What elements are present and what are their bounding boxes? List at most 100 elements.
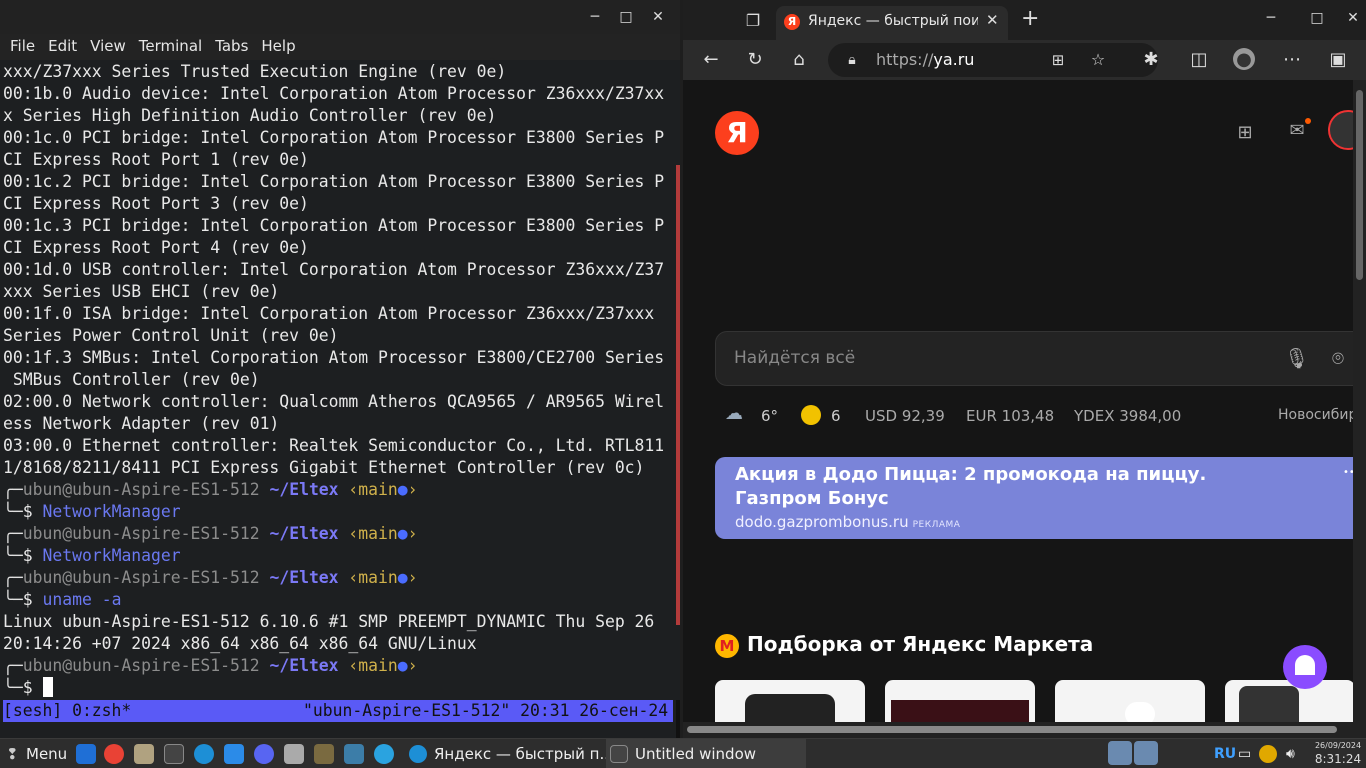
terminal-window[interactable]: ─ □ ✕ File Edit View Terminal Tabs Help …	[0, 0, 680, 738]
services-grid-icon[interactable]: ⊞	[1233, 121, 1257, 145]
extensions-icon[interactable]: ✱	[1139, 48, 1163, 72]
minimize-icon[interactable]: ─	[584, 6, 606, 28]
horizontal-scrollbar[interactable]	[683, 722, 1366, 738]
prompt-line: ╭─ubun@ubun-Aspire-ES1-512 ~/Eltex ‹main…	[3, 524, 418, 543]
edge-icon[interactable]	[194, 744, 214, 764]
terminal-titlebar[interactable]: ─ □ ✕	[0, 0, 680, 34]
maximize-icon[interactable]: □	[615, 6, 637, 28]
ad-title: Акция в Додо Пицца: 2 промокода на пиццу…	[735, 464, 1207, 509]
close-icon[interactable]: ✕	[647, 6, 669, 28]
tab-title: Яндекс — быстрый поиск	[808, 13, 978, 29]
microphone-icon[interactable]: 🎙︎	[1284, 346, 1309, 370]
reload-icon[interactable]: ↻	[743, 48, 767, 72]
market-card[interactable]	[885, 680, 1035, 722]
notifications-icon[interactable]: ▭	[1238, 743, 1251, 765]
chrome-icon[interactable]	[104, 744, 124, 764]
mint-menu-icon: ❢	[6, 745, 19, 763]
alice-assistant-button[interactable]	[1283, 645, 1327, 689]
browser-toolbar: ← ↻ ⌂ 🔒︎ https://ya.ru ⊞ ☆ ✱ ◫ ● ⋯ ▣	[683, 40, 1366, 80]
terminal-scrollbar-thumb[interactable]	[676, 165, 680, 625]
volume-icon[interactable]: 🔊︎	[1286, 743, 1295, 765]
output-line: 00:1f.0 ISA bridge: Intel Corporation At…	[3, 304, 655, 323]
weather-temp[interactable]: 6°	[761, 407, 778, 425]
market-section-title[interactable]: М Подборка от Яндекс Маркета	[715, 632, 1093, 658]
usd-rate[interactable]: USD 92,39	[865, 407, 945, 425]
output-line: CI Express Root Port 1 (rev 0e)	[3, 150, 309, 169]
maximize-icon[interactable]: □	[1305, 6, 1329, 30]
yandex-favicon-icon: Я	[784, 14, 800, 30]
close-icon[interactable]: ✕	[1341, 6, 1365, 30]
tab-actions-icon[interactable]: ❐	[741, 9, 765, 33]
market-card[interactable]	[1055, 680, 1205, 722]
task-terminal-active[interactable]: Untitled window	[606, 739, 806, 768]
camera-icon[interactable]: ⌾	[1326, 346, 1350, 370]
page-scrollbar-thumb[interactable]	[1356, 90, 1363, 280]
menu-edit[interactable]: Edit	[38, 34, 77, 60]
apps-icon[interactable]: ⊞	[1046, 48, 1070, 72]
ad-banner[interactable]: Акция в Додо Пицца: 2 промокода на пиццу…	[715, 457, 1353, 539]
menu-tabs[interactable]: Tabs	[205, 34, 248, 60]
keyboard-layout[interactable]: RU	[1214, 743, 1236, 765]
output-line: 00:1d.0 USB controller: Intel Corporatio…	[3, 260, 665, 279]
city-name[interactable]: Новосибирск	[1278, 407, 1353, 423]
terminal-output[interactable]: xxx/Z37xxx Series Trusted Execution Engi…	[0, 61, 676, 701]
output-line: CI Express Root Port 3 (rev 0e)	[3, 194, 309, 213]
back-icon[interactable]: ←	[699, 48, 723, 72]
workspace-2-icon[interactable]	[1134, 741, 1158, 765]
tab-close-icon[interactable]: ✕	[986, 11, 999, 29]
output-line: 1/8168/8211/8411 PCI Express Gigabit Eth…	[3, 458, 645, 477]
traffic-score[interactable]: 6	[831, 407, 841, 425]
profile-icon[interactable]: ●	[1233, 48, 1255, 70]
market-card[interactable]	[715, 680, 865, 722]
sidebar-icon[interactable]: ▣	[1326, 48, 1350, 72]
task-browser[interactable]: Яндекс — быстрый п...	[434, 743, 614, 765]
new-tab-icon[interactable]: +	[1021, 6, 1039, 31]
minimize-icon[interactable]: ─	[1259, 6, 1283, 30]
menu-button[interactable]: Menu	[26, 743, 67, 765]
search-input[interactable]: Найдётся всё	[734, 348, 855, 368]
ydex-rate[interactable]: YDEX 3984,00	[1074, 407, 1181, 425]
favorite-star-icon[interactable]: ☆	[1086, 48, 1110, 72]
task-terminal: Untitled window	[635, 745, 757, 763]
telegram-icon[interactable]	[374, 744, 394, 764]
address-bar[interactable]: 🔒︎ https://ya.ru ⊞ ☆	[828, 43, 1158, 77]
files-icon[interactable]	[134, 744, 154, 764]
show-desktop-icon[interactable]	[76, 744, 96, 764]
calculator-icon[interactable]	[284, 744, 304, 764]
yandex-logo[interactable]: Я	[715, 111, 759, 155]
menu-file[interactable]: File	[0, 34, 35, 60]
workspace-1-icon[interactable]	[1108, 741, 1132, 765]
ad-domain: dodo.gazprombonus.ru РЕКЛАМА	[735, 513, 961, 531]
menu-view[interactable]: View	[80, 34, 126, 60]
more-menu-icon[interactable]: ⋯	[1280, 48, 1304, 72]
product-image	[745, 694, 835, 722]
vscode-icon[interactable]	[224, 744, 244, 764]
yandex-page[interactable]: Я ⊞ ✉ Найдётся всё 🎙︎ ⌾ ☁ 6° 6 USD 92,39…	[683, 80, 1353, 722]
browser-window[interactable]: ❐ Я Яндекс — быстрый поиск ✕ + ─ □ ✕ ← ↻…	[683, 0, 1366, 738]
market-icon: М	[715, 634, 739, 658]
clock[interactable]: 26/09/2024 8:31:24	[1310, 740, 1366, 767]
split-screen-icon[interactable]: ◫	[1187, 48, 1211, 72]
menu-help[interactable]: Help	[251, 34, 295, 60]
tab-yandex[interactable]: Я Яндекс — быстрый поиск ✕	[776, 6, 1008, 40]
home-icon[interactable]: ⌂	[787, 48, 811, 72]
menu-terminal[interactable]: Terminal	[129, 34, 202, 60]
ad-menu-icon[interactable]: •••	[1343, 467, 1353, 478]
output-line: 00:1c.0 PCI bridge: Intel Corporation At…	[3, 128, 665, 147]
informer-row: ☁ 6° 6 USD 92,39 EUR 103,48 YDEX 3984,00…	[725, 403, 1353, 429]
terminal-scrollbar[interactable]	[676, 60, 680, 700]
update-manager-icon[interactable]	[1259, 745, 1277, 763]
output-line: x Series High Definition Audio Controlle…	[3, 106, 497, 125]
user-avatar[interactable]	[1328, 110, 1353, 150]
horizontal-scrollbar-thumb[interactable]	[687, 726, 1337, 733]
page-scrollbar[interactable]	[1353, 80, 1366, 722]
discord-icon[interactable]	[254, 744, 274, 764]
command-input-line[interactable]: ╰─$	[3, 677, 676, 699]
lock-icon[interactable]: 🔒︎	[840, 48, 864, 72]
system-monitor-icon[interactable]	[344, 744, 364, 764]
gimp-icon[interactable]	[314, 744, 334, 764]
search-box[interactable]: Найдётся всё 🎙︎ ⌾	[715, 331, 1353, 386]
market-card[interactable]	[1225, 680, 1353, 722]
eur-rate[interactable]: EUR 103,48	[966, 407, 1054, 425]
terminal-launcher-icon[interactable]	[164, 744, 184, 764]
